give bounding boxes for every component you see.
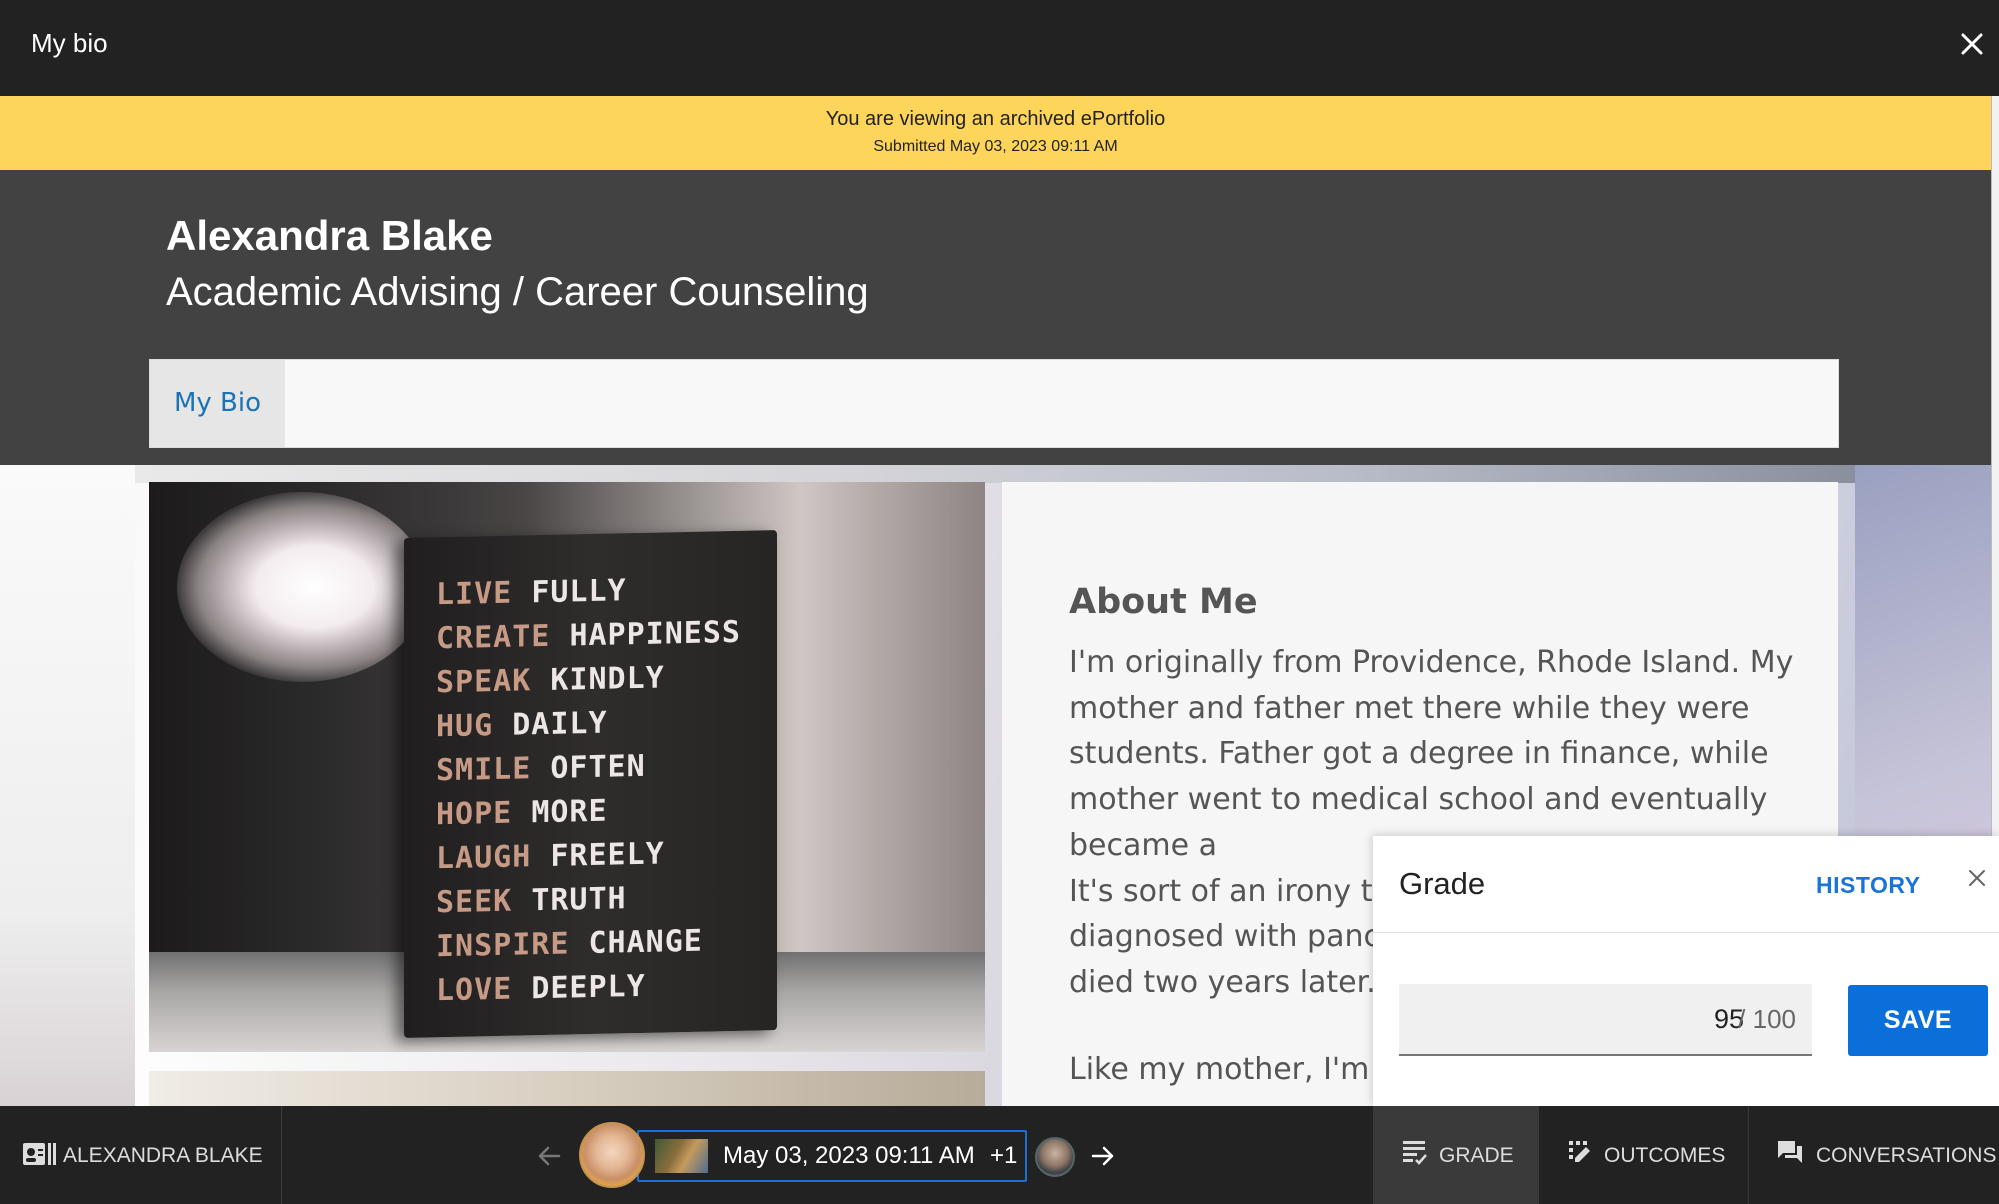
- tab-grade[interactable]: GRADE: [1373, 1106, 1538, 1204]
- second-photo: [149, 1071, 985, 1106]
- student-name: ALEXANDRA BLAKE: [63, 1144, 263, 1167]
- archived-notice: You are viewing an archived ePortfolio: [825, 108, 1166, 130]
- tab-conversations[interactable]: CONVERSATIONS: [1748, 1106, 1999, 1204]
- avatar[interactable]: [1035, 1137, 1075, 1177]
- tab-outcomes-label: OUTCOMES: [1604, 1144, 1726, 1167]
- archived-banner: You are viewing an archived ePortfolio S…: [0, 96, 1991, 170]
- quote-line: HUG DAILY: [436, 705, 608, 745]
- quote-line: LIVE FULLY: [436, 573, 627, 613]
- quote-line: HOPE MORE: [436, 793, 608, 833]
- owner-name: Alexandra Blake: [166, 212, 493, 259]
- close-icon[interactable]: [1955, 27, 1989, 61]
- submission-thumbnail: [655, 1139, 708, 1173]
- conversations-icon: [1778, 1141, 1802, 1163]
- nav-tab-my-bio[interactable]: My Bio: [150, 360, 285, 447]
- student-card-icon: [23, 1143, 56, 1165]
- score-input[interactable]: 95 / 100: [1399, 984, 1812, 1056]
- student-selector[interactable]: ALEXANDRA BLAKE: [0, 1106, 282, 1204]
- quote-line: LAUGH FREELY: [436, 836, 665, 877]
- window-title: My bio: [31, 28, 108, 58]
- avatar: [579, 1122, 645, 1188]
- tab-conversations-label: CONVERSATIONS: [1816, 1144, 1997, 1167]
- bio-photo: LIVE FULLY CREATE HAPPINESS SPEAK KINDLY…: [149, 482, 985, 1052]
- about-heading: About Me: [1069, 582, 1258, 622]
- history-button[interactable]: HISTORY: [1816, 872, 1920, 899]
- portfolio-header: Alexandra Blake Academic Advising / Care…: [0, 170, 1991, 465]
- save-button[interactable]: SAVE: [1848, 985, 1988, 1056]
- quote-line: SEEK TRUTH: [436, 881, 627, 921]
- more-count: +1: [990, 1142, 1018, 1169]
- arrow-left-icon[interactable]: [535, 1142, 563, 1170]
- bottom-toolbar: ALEXANDRA BLAKE May 03, 2023 09:11 AM +1…: [0, 1106, 1999, 1204]
- background-left: [0, 465, 135, 1106]
- grade-icon: [1403, 1141, 1427, 1165]
- portfolio-nav: My Bio: [149, 359, 1839, 448]
- lamp-glow: [177, 492, 427, 682]
- title-bar: My bio: [0, 0, 1999, 96]
- submission-date[interactable]: May 03, 2023 09:11 AM: [723, 1142, 975, 1170]
- quote-line: INSPIRE CHANGE: [436, 923, 703, 965]
- quote-line: SPEAK KINDLY: [436, 660, 665, 701]
- close-icon[interactable]: [1965, 866, 1989, 890]
- divider: [1373, 932, 1999, 933]
- quote-board: LIVE FULLY CREATE HAPPINESS SPEAK KINDLY…: [404, 530, 777, 1038]
- tab-grade-label: GRADE: [1439, 1144, 1514, 1167]
- score-out-of: / 100: [1738, 1004, 1796, 1034]
- tab-outcomes[interactable]: OUTCOMES: [1538, 1106, 1748, 1204]
- submitted-date: Submitted May 03, 2023 09:11 AM: [873, 138, 1118, 155]
- portfolio-subtitle: Academic Advising / Career Counseling: [166, 270, 869, 314]
- quote-line: SMILE OFTEN: [436, 748, 646, 789]
- outcomes-icon: [1569, 1141, 1590, 1162]
- arrow-right-icon[interactable]: [1089, 1142, 1117, 1170]
- grade-title: Grade: [1399, 866, 1486, 901]
- grade-panel: Grade HISTORY 95 / 100 SAVE: [1373, 836, 1999, 1106]
- quote-line: LOVE DEEPLY: [436, 968, 646, 1009]
- background-strip: [135, 465, 1855, 483]
- quote-line: CREATE HAPPINESS: [436, 614, 741, 657]
